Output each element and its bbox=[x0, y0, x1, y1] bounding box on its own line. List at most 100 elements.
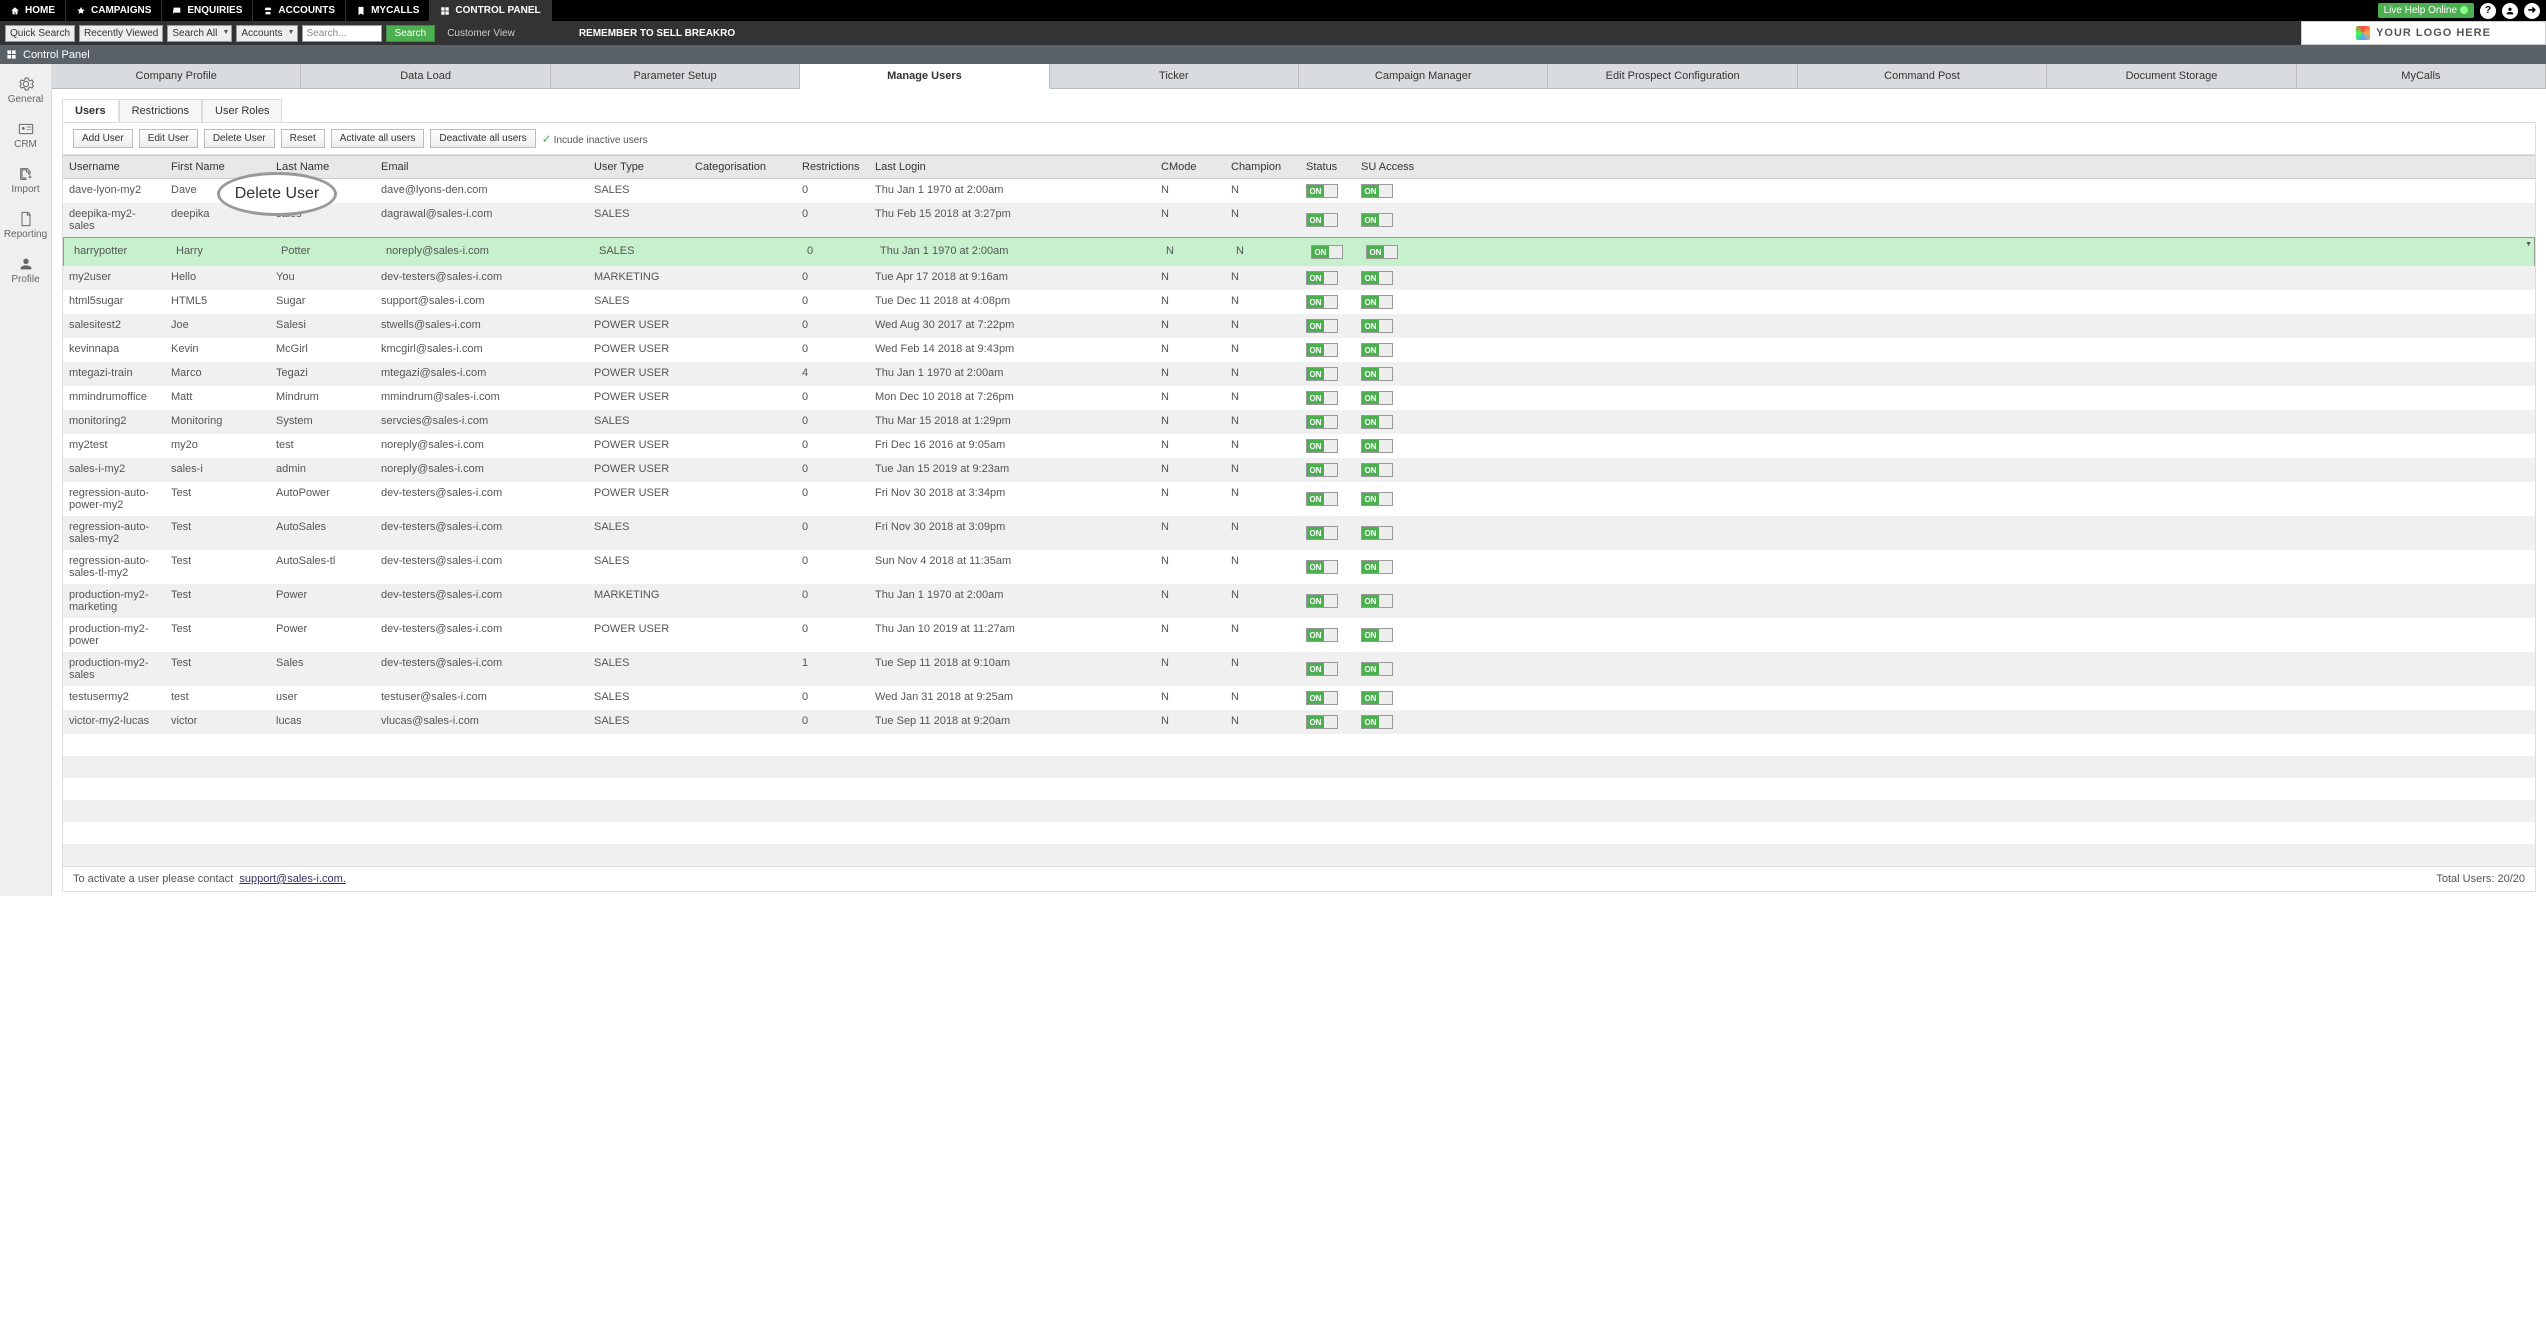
table-row[interactable]: salesitest2JoeSalesistwells@sales-i.comP… bbox=[63, 314, 2535, 338]
toggle-switch[interactable]: ON bbox=[1311, 245, 1343, 259]
toggle-switch[interactable]: ON bbox=[1306, 415, 1338, 429]
toggle-switch[interactable]: ON bbox=[1306, 662, 1338, 676]
search-input[interactable]: Search... bbox=[302, 25, 382, 42]
col-email[interactable]: Email bbox=[375, 156, 588, 178]
toggle-switch[interactable]: ON bbox=[1361, 295, 1393, 309]
toggle-switch[interactable]: ON bbox=[1361, 594, 1393, 608]
top-tab-mycalls[interactable]: MYCALLS bbox=[346, 0, 430, 21]
col-champion[interactable]: Champion bbox=[1225, 156, 1300, 178]
toggle-switch[interactable]: ON bbox=[1361, 463, 1393, 477]
toggle-switch[interactable]: ON bbox=[1366, 245, 1398, 259]
col-su-access[interactable]: SU Access bbox=[1355, 156, 1457, 178]
tab-data-load[interactable]: Data Load bbox=[301, 64, 550, 88]
quick-search[interactable]: Quick Search bbox=[5, 25, 75, 42]
toggle-switch[interactable]: ON bbox=[1361, 628, 1393, 642]
toggle-switch[interactable]: ON bbox=[1306, 492, 1338, 506]
toggle-switch[interactable]: ON bbox=[1361, 662, 1393, 676]
user-icon[interactable] bbox=[2502, 3, 2518, 19]
tab-campaign-manager[interactable]: Campaign Manager bbox=[1299, 64, 1548, 88]
toggle-switch[interactable]: ON bbox=[1306, 319, 1338, 333]
col-cmode[interactable]: CMode bbox=[1155, 156, 1225, 178]
table-row[interactable]: production-my2-salesTestSalesdev-testers… bbox=[63, 652, 2535, 686]
toggle-switch[interactable]: ON bbox=[1361, 715, 1393, 729]
toggle-switch[interactable]: ON bbox=[1306, 184, 1338, 198]
toggle-switch[interactable]: ON bbox=[1361, 560, 1393, 574]
table-row[interactable]: regression-auto-power-my2TestAutoPowerde… bbox=[63, 482, 2535, 516]
toggle-switch[interactable]: ON bbox=[1306, 715, 1338, 729]
recently-viewed[interactable]: Recently Viewed bbox=[79, 25, 163, 42]
sidebar-item-reporting[interactable]: Reporting bbox=[0, 203, 51, 248]
table-row[interactable]: html5sugarHTML5Sugarsupport@sales-i.comS… bbox=[63, 290, 2535, 314]
toggle-switch[interactable]: ON bbox=[1306, 560, 1338, 574]
table-row[interactable]: mmindrumofficeMattMindrummmindrum@sales-… bbox=[63, 386, 2535, 410]
tab-manage-users[interactable]: Manage Users bbox=[800, 64, 1049, 89]
table-row[interactable]: harrypotterHarryPotternoreply@sales-i.co… bbox=[63, 237, 2535, 266]
sidebar-item-profile[interactable]: Profile bbox=[0, 248, 51, 293]
table-row[interactable]: victor-my2-lucasvictorlucasvlucas@sales-… bbox=[63, 710, 2535, 734]
add-user-button[interactable]: Add User bbox=[73, 129, 133, 148]
accounts-select[interactable]: Accounts bbox=[236, 25, 297, 42]
deactivate-all-button[interactable]: Deactivate all users bbox=[430, 129, 535, 148]
toggle-switch[interactable]: ON bbox=[1361, 691, 1393, 705]
toggle-switch[interactable]: ON bbox=[1361, 213, 1393, 227]
inner-tab-restrictions[interactable]: Restrictions bbox=[119, 99, 202, 122]
tab-edit-prospect-configuration[interactable]: Edit Prospect Configuration bbox=[1548, 64, 1797, 88]
toggle-switch[interactable]: ON bbox=[1361, 271, 1393, 285]
delete-user-button[interactable]: Delete User bbox=[204, 129, 275, 148]
table-row[interactable]: regression-auto-sales-my2TestAutoSalesde… bbox=[63, 516, 2535, 550]
col-first-name[interactable]: First Name bbox=[165, 156, 270, 178]
customer-view-link[interactable]: Customer View bbox=[447, 28, 515, 39]
toggle-switch[interactable]: ON bbox=[1361, 319, 1393, 333]
table-row[interactable]: sales-i-my2sales-iadminnoreply@sales-i.c… bbox=[63, 458, 2535, 482]
sidebar-item-import[interactable]: Import bbox=[0, 158, 51, 203]
table-row[interactable]: production-my2-powerTestPowerdev-testers… bbox=[63, 618, 2535, 652]
col-user-type[interactable]: User Type bbox=[588, 156, 689, 178]
table-row[interactable]: my2userHelloYoudev-testers@sales-i.comMA… bbox=[63, 266, 2535, 290]
toggle-switch[interactable]: ON bbox=[1361, 367, 1393, 381]
toggle-switch[interactable]: ON bbox=[1361, 184, 1393, 198]
inner-tab-user-roles[interactable]: User Roles bbox=[202, 99, 282, 122]
toggle-switch[interactable]: ON bbox=[1306, 628, 1338, 642]
table-row[interactable]: regression-auto-sales-tl-my2TestAutoSale… bbox=[63, 550, 2535, 584]
activate-all-button[interactable]: Activate all users bbox=[331, 129, 425, 148]
edit-user-button[interactable]: Edit User bbox=[139, 129, 198, 148]
col-categorisation[interactable]: Categorisation bbox=[689, 156, 796, 178]
table-row[interactable]: testusermy2testusertestuser@sales-i.comS… bbox=[63, 686, 2535, 710]
arrow-right-icon[interactable]: ➜ bbox=[2524, 3, 2540, 19]
col-status[interactable]: Status bbox=[1300, 156, 1355, 178]
toggle-switch[interactable]: ON bbox=[1306, 463, 1338, 477]
col-restrictions[interactable]: Restrictions bbox=[796, 156, 869, 178]
include-inactive[interactable]: ✓Incude inactive users bbox=[542, 132, 648, 146]
toggle-switch[interactable]: ON bbox=[1361, 391, 1393, 405]
tab-ticker[interactable]: Ticker bbox=[1050, 64, 1299, 88]
reset-button[interactable]: Reset bbox=[281, 129, 325, 148]
toggle-switch[interactable]: ON bbox=[1306, 391, 1338, 405]
tab-parameter-setup[interactable]: Parameter Setup bbox=[551, 64, 800, 88]
toggle-switch[interactable]: ON bbox=[1306, 271, 1338, 285]
top-tab-home[interactable]: HOME bbox=[0, 0, 66, 21]
table-row[interactable]: my2testmy2otestnoreply@sales-i.comPOWER … bbox=[63, 434, 2535, 458]
toggle-switch[interactable]: ON bbox=[1306, 367, 1338, 381]
col-username[interactable]: Username bbox=[63, 156, 165, 178]
table-row[interactable]: production-my2-marketingTestPowerdev-tes… bbox=[63, 584, 2535, 618]
toggle-switch[interactable]: ON bbox=[1361, 415, 1393, 429]
toggle-switch[interactable]: ON bbox=[1361, 343, 1393, 357]
tab-command-post[interactable]: Command Post bbox=[1798, 64, 2047, 88]
toggle-switch[interactable]: ON bbox=[1361, 492, 1393, 506]
col-last-name[interactable]: Last Name bbox=[270, 156, 375, 178]
toggle-switch[interactable]: ON bbox=[1361, 526, 1393, 540]
search-all-select[interactable]: Search All bbox=[167, 25, 232, 42]
inner-tab-users[interactable]: Users bbox=[62, 99, 119, 122]
toggle-switch[interactable]: ON bbox=[1306, 691, 1338, 705]
tab-mycalls[interactable]: MyCalls bbox=[2297, 64, 2546, 88]
help-icon[interactable]: ? bbox=[2480, 3, 2496, 19]
search-button[interactable]: Search bbox=[386, 25, 436, 42]
top-tab-accounts[interactable]: ACCOUNTS bbox=[253, 0, 346, 21]
table-row[interactable]: kevinnapaKevinMcGirlkmcgirl@sales-i.comP… bbox=[63, 338, 2535, 362]
table-row[interactable]: monitoring2MonitoringSystemservcies@sale… bbox=[63, 410, 2535, 434]
toggle-switch[interactable]: ON bbox=[1306, 526, 1338, 540]
top-tab-campaigns[interactable]: CAMPAIGNS bbox=[66, 0, 162, 21]
support-link[interactable]: support@sales-i.com. bbox=[239, 873, 346, 885]
live-help[interactable]: Live Help Online bbox=[2378, 3, 2474, 18]
table-row[interactable]: mtegazi-trainMarcoTegazimtegazi@sales-i.… bbox=[63, 362, 2535, 386]
